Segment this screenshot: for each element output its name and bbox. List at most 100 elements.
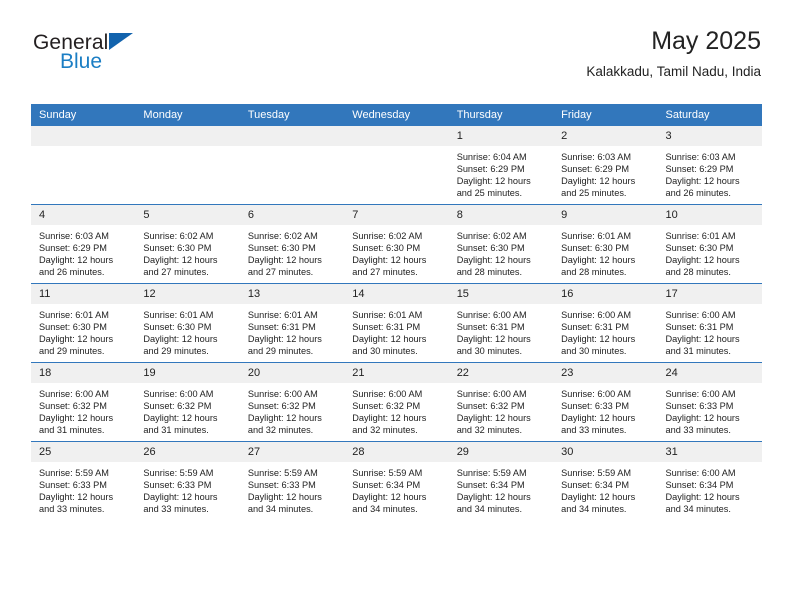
day-details: Sunrise: 6:02 AM Sunset: 6:30 PM Daylight:…	[449, 225, 553, 278]
calendar-day-cell[interactable]: 11 Sunrise: 6:01 AM Sunset: 6:30 PM Dayligh…	[31, 283, 136, 363]
calendar-week-row: 4 Sunrise: 6:03 AM Sunset: 6:29 PM Daylight…	[31, 204, 762, 284]
calendar-day-cell[interactable]: 4 Sunrise: 6:03 AM Sunset: 6:29 PM Daylight…	[31, 204, 136, 284]
daylight-text-line1: Daylight: 12 hours	[247, 413, 322, 424]
calendar-day-cell[interactable]: 3 Sunrise: 6:03 AM Sunset: 6:29 PM Daylight…	[657, 126, 762, 205]
daylight-text-line2: and 32 minutes.	[456, 425, 523, 436]
day-number: 7	[344, 205, 449, 225]
day-number: 5	[135, 205, 240, 225]
daylight-text-line1: Daylight: 12 hours	[143, 334, 218, 345]
calendar-day-cell[interactable]: 29 Sunrise: 5:59 AM Sunset: 6:34 PM Dayligh…	[448, 441, 554, 520]
daylight-text-line1: Daylight: 12 hours	[561, 255, 636, 266]
calendar-day-cell[interactable]: 27 Sunrise: 5:59 AM Sunset: 6:33 PM Dayligh…	[239, 441, 345, 520]
day-number: 17	[657, 284, 762, 304]
day-number: 13	[239, 284, 345, 304]
calendar-day-cell[interactable]: 14 Sunrise: 6:01 AM Sunset: 6:31 PM Dayligh…	[344, 283, 449, 363]
sunset-text: Sunset: 6:31 PM	[247, 322, 316, 333]
calendar-day-cell[interactable]: 26 Sunrise: 5:59 AM Sunset: 6:33 PM Dayligh…	[135, 441, 240, 520]
daylight-text-line1: Daylight: 12 hours	[143, 413, 218, 424]
daylight-text-line2: and 29 minutes.	[247, 346, 314, 357]
calendar-day-cell[interactable]: 7 Sunrise: 6:02 AM Sunset: 6:30 PM Daylight…	[344, 204, 449, 284]
sunset-text: Sunset: 6:30 PM	[456, 243, 525, 254]
daylight-text-line2: and 26 minutes.	[39, 267, 105, 278]
calendar-week-row: 11 Sunrise: 6:01 AM Sunset: 6:30 PM Dayligh…	[31, 283, 762, 363]
daylight-text-line1: Daylight: 12 hours	[665, 176, 740, 187]
daylight-text-line2: and 30 minutes.	[456, 346, 523, 357]
calendar-day-cell[interactable]: 12 Sunrise: 6:01 AM Sunset: 6:30 PM Dayligh…	[135, 283, 240, 363]
day-number: 9	[553, 205, 658, 225]
daylight-text-line2: and 31 minutes.	[39, 425, 105, 436]
daylight-text-line2: and 32 minutes.	[352, 425, 418, 436]
calendar-day-cell[interactable]: 2 Sunrise: 6:03 AM Sunset: 6:29 PM Daylight…	[553, 126, 658, 205]
calendar-day-cell[interactable]: 8 Sunrise: 6:02 AM Sunset: 6:30 PM Daylight…	[448, 204, 554, 284]
day-number: 1	[448, 126, 554, 146]
sunset-text: Sunset: 6:33 PM	[561, 401, 630, 412]
sunset-text: Sunset: 6:30 PM	[561, 243, 630, 254]
general-blue-logo[interactable]: General Blue	[31, 32, 261, 94]
day-details: Sunrise: 6:01 AM Sunset: 6:30 PM Daylight:…	[135, 304, 239, 357]
calendar-day-cell[interactable]: 19 Sunrise: 6:00 AM Sunset: 6:32 PM Dayligh…	[135, 362, 240, 442]
calendar-day-cell[interactable]: 1 Sunrise: 6:04 AM Sunset: 6:29 PM Daylight…	[448, 126, 554, 205]
calendar-day-cell[interactable]: 31 Sunrise: 6:00 AM Sunset: 6:34 PM Dayligh…	[657, 441, 762, 520]
day-details: Sunrise: 6:01 AM Sunset: 6:31 PM Daylight:…	[344, 304, 448, 357]
calendar-header-row: Sunday Monday Tuesday Wednesday Thursday Frid…	[31, 104, 762, 126]
calendar-day-cell[interactable]: 5 Sunrise: 6:02 AM Sunset: 6:30 PM Daylight…	[135, 204, 240, 284]
sunrise-text: Sunrise: 6:04 AM	[456, 152, 527, 162]
sunset-text: Sunset: 6:29 PM	[39, 243, 107, 254]
calendar-day-cell[interactable]: 28 Sunrise: 5:59 AM Sunset: 6:34 PM Dayligh…	[344, 441, 449, 520]
sunset-text: Sunset: 6:34 PM	[456, 480, 525, 491]
sunrise-text: Sunrise: 6:00 AM	[247, 389, 318, 399]
day-details: Sunrise: 5:59 AM Sunset: 6:34 PM Daylight:…	[553, 462, 657, 515]
daylight-text-line2: and 34 minutes.	[561, 504, 627, 515]
calendar-day-cell[interactable]: 9 Sunrise: 6:01 AM Sunset: 6:30 PM Daylight…	[553, 204, 658, 284]
day-details: Sunrise: 6:04 AM Sunset: 6:29 PM Daylight:…	[449, 146, 553, 199]
sunrise-text: Sunrise: 5:59 AM	[456, 468, 527, 478]
calendar-day-cell[interactable]: 20 Sunrise: 6:00 AM Sunset: 6:32 PM Dayligh…	[239, 362, 345, 442]
sunset-text: Sunset: 6:34 PM	[352, 480, 421, 491]
daylight-text-line2: and 34 minutes.	[665, 504, 731, 515]
calendar-day-cell[interactable]: 16 Sunrise: 6:00 AM Sunset: 6:31 PM Dayligh…	[553, 283, 658, 363]
calendar-day-cell[interactable]: 30 Sunrise: 5:59 AM Sunset: 6:34 PM Dayligh…	[553, 441, 658, 520]
day-number: 25	[31, 442, 136, 462]
daylight-text-line1: Daylight: 12 hours	[143, 255, 218, 266]
daylight-text-line1: Daylight: 12 hours	[39, 334, 114, 345]
calendar-day-cell[interactable]: 25 Sunrise: 5:59 AM Sunset: 6:33 PM Dayligh…	[31, 441, 136, 520]
calendar-day-cell[interactable]: 22 Sunrise: 6:00 AM Sunset: 6:32 PM Dayligh…	[448, 362, 554, 442]
daylight-text-line1: Daylight: 12 hours	[665, 413, 740, 424]
sunset-text: Sunset: 6:32 PM	[39, 401, 107, 412]
day-details: Sunrise: 6:00 AM Sunset: 6:32 PM Daylight:…	[449, 383, 553, 436]
calendar-day-cell[interactable]: 23 Sunrise: 6:00 AM Sunset: 6:33 PM Dayligh…	[553, 362, 658, 442]
daylight-text-line1: Daylight: 12 hours	[143, 492, 218, 503]
daylight-text-line1: Daylight: 12 hours	[247, 255, 322, 266]
calendar-week-row: 18 Sunrise: 6:00 AM Sunset: 6:32 PM Dayligh…	[31, 362, 762, 442]
daylight-text-line1: Daylight: 12 hours	[561, 334, 636, 345]
day-number	[239, 126, 345, 146]
daylight-text-line2: and 31 minutes.	[665, 346, 731, 357]
sunrise-text: Sunrise: 6:00 AM	[665, 389, 736, 399]
calendar-day-cell[interactable]: 18 Sunrise: 6:00 AM Sunset: 6:32 PM Dayligh…	[31, 362, 136, 442]
calendar-day-cell[interactable]: 21 Sunrise: 6:00 AM Sunset: 6:32 PM Dayligh…	[344, 362, 449, 442]
sunrise-text: Sunrise: 6:00 AM	[665, 468, 736, 478]
sunrise-text: Sunrise: 6:00 AM	[456, 389, 527, 399]
calendar-cell-empty	[239, 126, 345, 205]
calendar-day-cell[interactable]: 6 Sunrise: 6:02 AM Sunset: 6:30 PM Daylight…	[239, 204, 345, 284]
day-details: Sunrise: 6:03 AM Sunset: 6:29 PM Daylight:…	[31, 225, 135, 278]
daylight-text-line1: Daylight: 12 hours	[456, 492, 531, 503]
daylight-text-line2: and 27 minutes.	[352, 267, 418, 278]
calendar-page: General Blue May 2025 Kalakkadu, Tamil N…	[0, 0, 792, 612]
calendar-day-cell[interactable]: 10 Sunrise: 6:01 AM Sunset: 6:30 PM Dayligh…	[657, 204, 762, 284]
sunrise-text: Sunrise: 6:03 AM	[561, 152, 632, 162]
daylight-text-line1: Daylight: 12 hours	[561, 492, 636, 503]
day-details: Sunrise: 6:00 AM Sunset: 6:33 PM Daylight:…	[553, 383, 657, 436]
day-number: 14	[344, 284, 449, 304]
calendar-day-cell[interactable]: 15 Sunrise: 6:00 AM Sunset: 6:31 PM Dayligh…	[448, 283, 554, 363]
daylight-text-line2: and 26 minutes.	[665, 188, 731, 199]
day-details: Sunrise: 5:59 AM Sunset: 6:33 PM Daylight:…	[240, 462, 344, 515]
calendar-day-cell[interactable]: 13 Sunrise: 6:01 AM Sunset: 6:31 PM Dayligh…	[239, 283, 345, 363]
calendar-body: 1 Sunrise: 6:04 AM Sunset: 6:29 PM Daylight…	[31, 126, 762, 520]
calendar-day-cell[interactable]: 24 Sunrise: 6:00 AM Sunset: 6:33 PM Dayligh…	[657, 362, 762, 442]
daylight-text-line2: and 33 minutes.	[143, 504, 209, 515]
daylight-text-line1: Daylight: 12 hours	[39, 492, 114, 503]
calendar-day-cell[interactable]: 17 Sunrise: 6:00 AM Sunset: 6:31 PM Dayligh…	[657, 283, 762, 363]
weekday-header-sunday: Sunday	[31, 104, 136, 126]
daylight-text-line2: and 25 minutes.	[561, 188, 627, 199]
